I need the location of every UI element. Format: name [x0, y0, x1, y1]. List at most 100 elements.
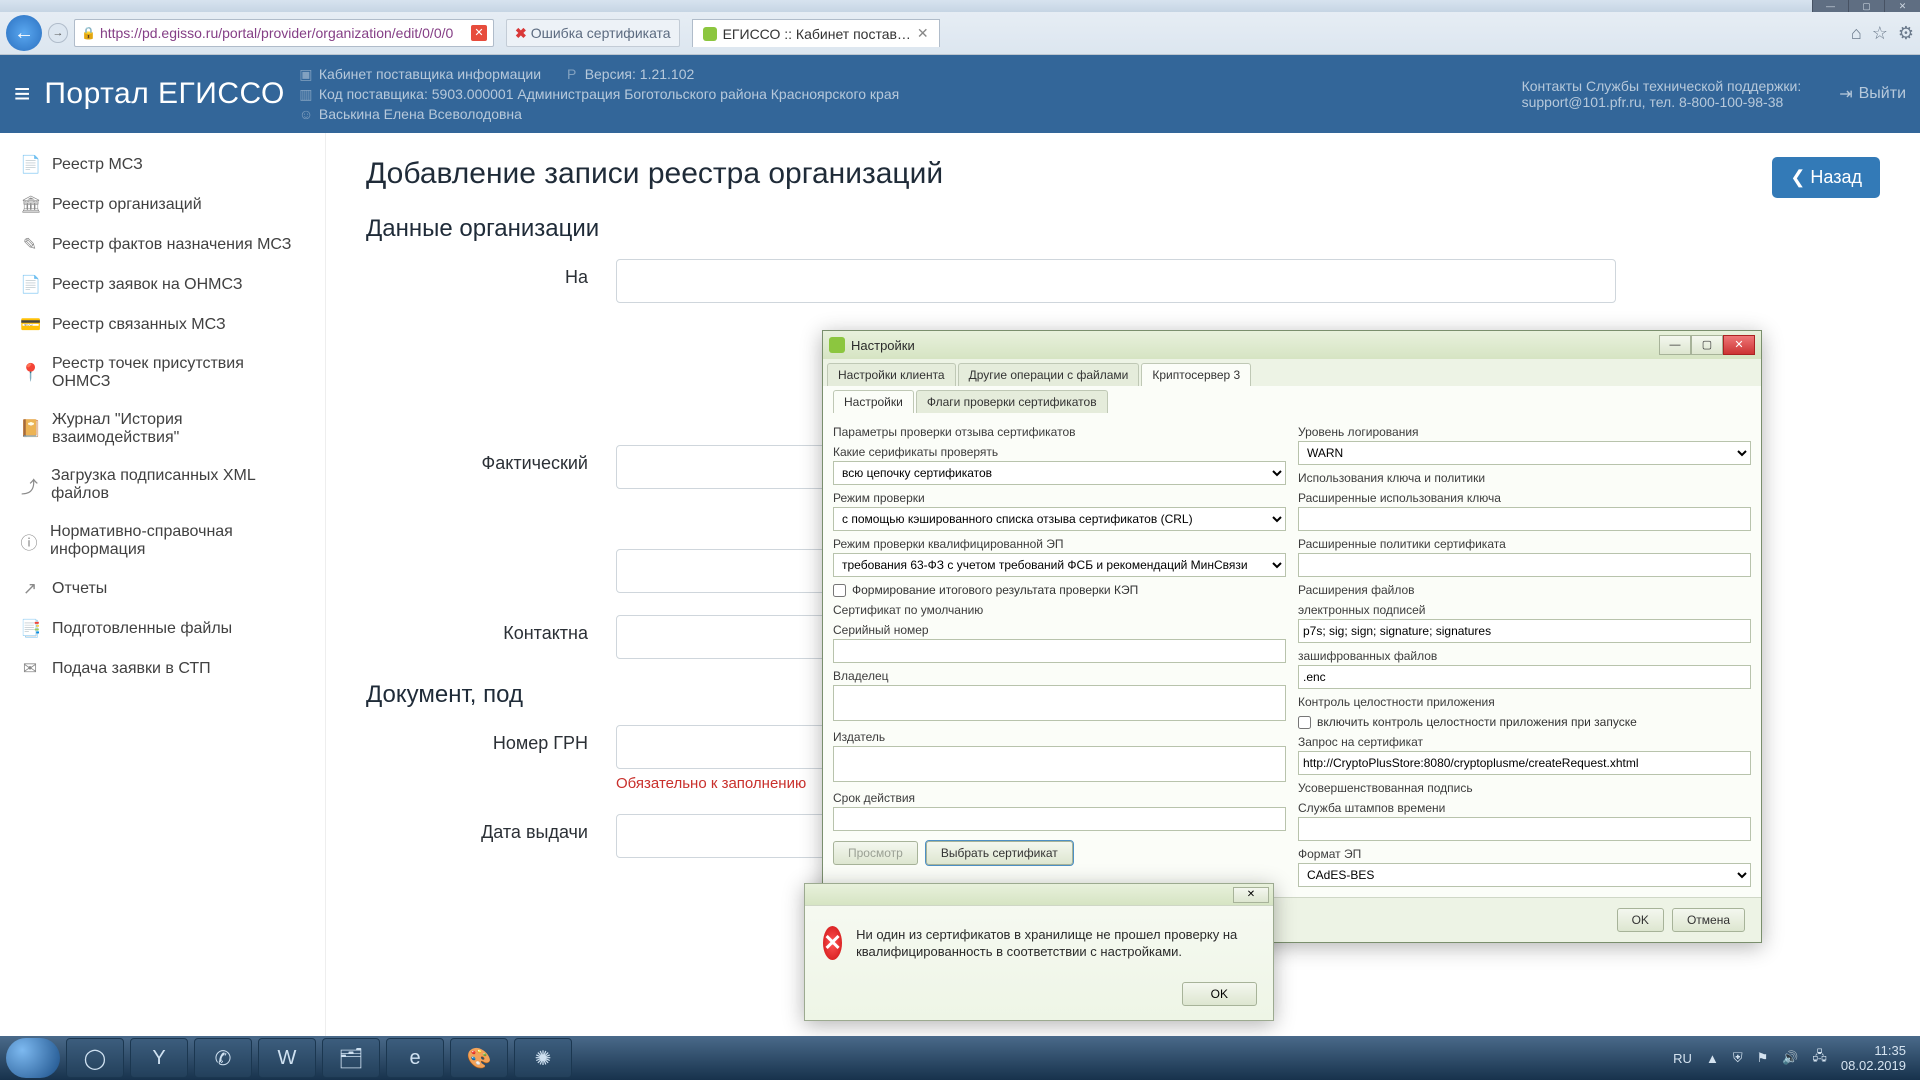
- home-icon[interactable]: ⌂: [1851, 23, 1862, 44]
- dlg-min-icon[interactable]: —: [1659, 335, 1691, 355]
- select-cert-button[interactable]: Выбрать сертификат: [926, 841, 1073, 865]
- cert-error-badge[interactable]: Ошибка сертификата: [506, 19, 680, 47]
- tray-shield-icon[interactable]: ⛨: [1733, 1050, 1743, 1066]
- enc-ext-input[interactable]: [1298, 665, 1751, 689]
- tray-lang[interactable]: RU: [1673, 1051, 1692, 1066]
- error-ok-button[interactable]: OK: [1182, 982, 1257, 1006]
- settings-tab-2[interactable]: Криптосервер 3: [1141, 363, 1251, 386]
- sidebar-item-1[interactable]: 🏛Реестр организаций: [0, 185, 325, 225]
- sidebar-item-6[interactable]: 📔 Журнал "История взаимодействия": [0, 401, 325, 457]
- tools-icon[interactable]: ⚙: [1898, 23, 1914, 44]
- sidebar-item-10[interactable]: 📑Подготовленные файлы: [0, 609, 325, 649]
- sidebar-item-5[interactable]: 📍 Реестр точек присутствия ОНМСЗ: [0, 345, 325, 401]
- sidebar-icon: 💳: [20, 315, 40, 335]
- log-level-select[interactable]: WARN: [1298, 441, 1751, 465]
- task-app-5[interactable]: 🗂: [322, 1038, 380, 1078]
- sidebar-icon: ✉: [20, 659, 40, 679]
- sidebar-item-label: Журнал "История взаимодействия": [52, 411, 305, 447]
- timestamp-service-input[interactable]: [1298, 817, 1751, 841]
- task-app-2[interactable]: Y: [130, 1038, 188, 1078]
- forward-button[interactable]: →: [48, 23, 68, 43]
- browser-tab[interactable]: ЕГИССО :: Кабинет постав… ✕: [692, 19, 940, 47]
- sidebar-item-3[interactable]: 📄Реестр заявок на ОНМСЗ: [0, 265, 325, 305]
- sidebar-item-9[interactable]: ↗Отчеты: [0, 569, 325, 609]
- tray-net-icon[interactable]: 🖧: [1812, 1047, 1827, 1069]
- sidebar-item-0[interactable]: 📄Реестр МСЗ: [0, 145, 325, 185]
- tray-up-icon[interactable]: ▲: [1706, 1051, 1719, 1066]
- settings-ok-button[interactable]: OK: [1617, 908, 1664, 932]
- org-name-input[interactable]: [616, 259, 1616, 303]
- sig-format-select[interactable]: CAdES-BES: [1298, 863, 1751, 887]
- sidebar-item-label: Реестр фактов назначения МСЗ: [52, 236, 291, 254]
- back-page-button[interactable]: ❮ Назад: [1772, 157, 1880, 198]
- qualified-mode-select[interactable]: требования 63-ФЗ с учетом требований ФСБ…: [833, 553, 1286, 577]
- settings-subtab-0[interactable]: Настройки: [833, 390, 914, 413]
- support-info: Контакты Службы технической поддержки: s…: [1522, 78, 1802, 110]
- stop-icon[interactable]: ✕: [471, 25, 487, 41]
- start-button[interactable]: [6, 1038, 60, 1078]
- sidebar-icon: ⤴: [20, 473, 39, 498]
- tab-close-icon[interactable]: ✕: [917, 25, 929, 42]
- task-app-6[interactable]: e: [386, 1038, 444, 1078]
- integrity-checkbox[interactable]: [1298, 716, 1311, 729]
- sidebar-icon: 📍: [20, 363, 40, 383]
- sidebar-item-4[interactable]: 💳Реестр связанных МСЗ: [0, 305, 325, 345]
- task-app-4[interactable]: W: [258, 1038, 316, 1078]
- settings-title: Настройки: [851, 338, 915, 353]
- sidebar-icon: 📔: [20, 419, 40, 439]
- menu-icon[interactable]: ≡: [14, 78, 30, 110]
- sidebar-item-11[interactable]: ✉ Подача заявки в СТП: [0, 649, 325, 689]
- task-app-7[interactable]: 🎨: [450, 1038, 508, 1078]
- settings-app-icon: [829, 337, 845, 353]
- settings-dialog: Настройки — ▢ ✕ Настройки клиентаДругие …: [822, 330, 1762, 943]
- sidebar-item-2[interactable]: ✎Реестр фактов назначения МСЗ: [0, 225, 325, 265]
- sidebar-item-label: Загрузка подписанных XML файлов: [51, 467, 305, 503]
- tab-title: ЕГИССО :: Кабинет постав…: [723, 26, 911, 42]
- content: Добавление записи реестра организаций ❮ …: [326, 133, 1920, 1036]
- view-cert-button[interactable]: Просмотр: [833, 841, 918, 865]
- max-icon[interactable]: ▢: [1848, 0, 1884, 12]
- serial-input[interactable]: [833, 639, 1286, 663]
- owner-input[interactable]: [833, 685, 1286, 721]
- sidebar-item-8[interactable]: ⓘНормативно-справочная информация: [0, 513, 325, 569]
- sidebar-item-label: Нормативно-справочная информация: [50, 523, 305, 559]
- sidebar: 📄Реестр МСЗ🏛Реестр организаций✎Реестр фа…: [0, 133, 326, 1036]
- task-app-3[interactable]: ✆: [194, 1038, 252, 1078]
- sidebar-item-7[interactable]: ⤴ Загрузка подписанных XML файлов: [0, 457, 325, 513]
- issuer-input[interactable]: [833, 746, 1286, 782]
- cert-chain-select[interactable]: всю цепочку сертификатов: [833, 461, 1286, 485]
- address-bar[interactable]: 🔒 ✕: [74, 19, 494, 47]
- dlg-close-icon[interactable]: ✕: [1723, 335, 1755, 355]
- portal-header: ≡ Портал ЕГИССО ▣Кабинет поставщика инфо…: [0, 55, 1920, 133]
- url-input[interactable]: [100, 25, 471, 41]
- sidebar-item-label: Реестр точек присутствия ОНМСЗ: [52, 355, 305, 391]
- cert-request-url-input[interactable]: [1298, 751, 1751, 775]
- validity-input[interactable]: [833, 807, 1286, 831]
- sidebar-item-label: Подача заявки в СТП: [52, 660, 211, 678]
- kep-result-checkbox[interactable]: [833, 584, 846, 597]
- error-close-icon[interactable]: ✕: [1233, 887, 1269, 903]
- settings-tab-1[interactable]: Другие операции с файлами: [958, 363, 1140, 386]
- settings-cancel-button[interactable]: Отмена: [1672, 908, 1745, 932]
- ext-policies-input[interactable]: [1298, 553, 1751, 577]
- ext-key-usage-input[interactable]: [1298, 507, 1751, 531]
- settings-subtab-1[interactable]: Флаги проверки сертификатов: [916, 390, 1108, 413]
- lock-icon: 🔒: [81, 26, 96, 40]
- sig-ext-input[interactable]: [1298, 619, 1751, 643]
- dlg-max-icon[interactable]: ▢: [1691, 335, 1723, 355]
- close-icon[interactable]: ✕: [1884, 0, 1920, 12]
- check-mode-select[interactable]: с помощью кэшированного списка отзыва се…: [833, 507, 1286, 531]
- task-app-1[interactable]: ◯: [66, 1038, 124, 1078]
- task-app-8[interactable]: ✺: [514, 1038, 572, 1078]
- fav-icon[interactable]: ☆: [1872, 23, 1888, 44]
- settings-tab-0[interactable]: Настройки клиента: [827, 363, 956, 386]
- tray-flag-icon[interactable]: ⚑: [1757, 1050, 1769, 1066]
- sidebar-item-label: Подготовленные файлы: [52, 620, 232, 638]
- tray-volume-icon[interactable]: 🔊: [1782, 1050, 1798, 1066]
- back-button[interactable]: ←: [6, 15, 42, 51]
- logout-button[interactable]: ⇥ Выйти: [1839, 84, 1906, 104]
- min-icon[interactable]: —: [1812, 0, 1848, 12]
- tray-clock[interactable]: 11:35 08.02.2019: [1841, 1043, 1914, 1073]
- page-title: Добавление записи реестра организаций: [366, 157, 1880, 191]
- section-doc: Документ, под: [366, 681, 523, 709]
